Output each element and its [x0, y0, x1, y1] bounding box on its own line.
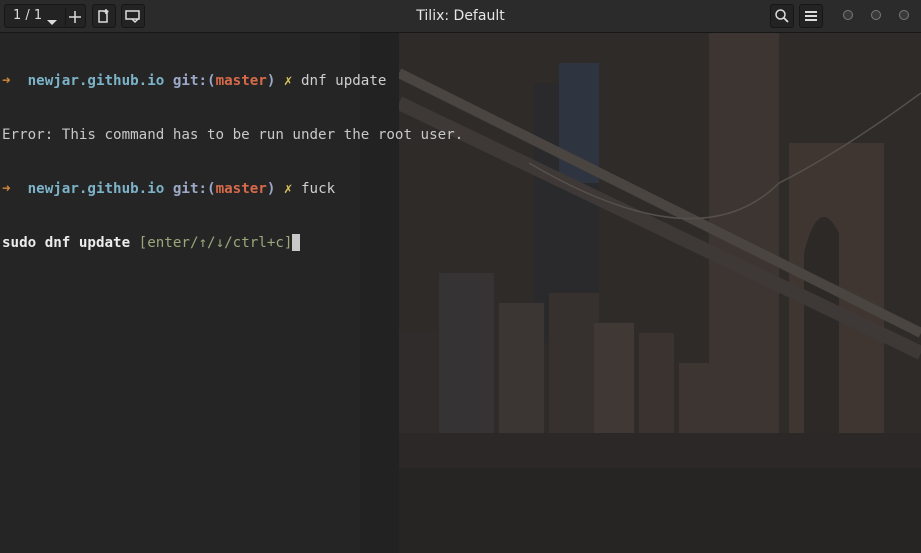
suggestion-line[interactable]: sudo dnf update [enter/↑/↓/ctrl+c]: [2, 234, 463, 252]
title-bar: 1 / 1 Tilix: Default: [0, 0, 921, 33]
dirty-marker: ✗: [283, 181, 293, 197]
error-output-line: Error: This command has to be run under …: [2, 127, 464, 143]
close-icon[interactable]: [899, 10, 909, 20]
git-prefix: git:(: [172, 181, 216, 197]
hint-bracket-close: ]: [283, 235, 293, 251]
prompt-arrow: ➜: [2, 181, 11, 197]
maximize-icon[interactable]: [871, 10, 881, 20]
prompt-host: newjar.github.io: [27, 73, 165, 89]
command-text: fuck: [301, 181, 336, 197]
dirty-marker: ✗: [283, 73, 293, 89]
prompt-arrow: ➜: [2, 73, 11, 89]
hint-separator: /: [224, 235, 233, 251]
git-suffix: ): [266, 73, 276, 89]
search-icon: [774, 8, 790, 24]
command-text: dnf update: [301, 73, 387, 89]
terminal-output: ➜ newjar.github.io git:(master) ✗ dnf up…: [2, 36, 463, 288]
git-branch: master: [215, 73, 267, 89]
text-cursor: [292, 234, 301, 251]
git-prefix: git:(: [172, 73, 216, 89]
hint-ctrl-c: ctrl+c: [232, 235, 284, 251]
git-suffix: ): [266, 181, 276, 197]
suggested-command: sudo dnf update: [2, 235, 131, 251]
hint-enter: enter: [147, 235, 190, 251]
hamburger-menu-icon: [804, 10, 818, 22]
terminal-view[interactable]: ➜ newjar.github.io git:(master) ✗ dnf up…: [0, 33, 921, 553]
menu-button[interactable]: [799, 4, 823, 28]
bridge-background-image: [399, 33, 921, 553]
minimize-icon[interactable]: [843, 10, 853, 20]
prompt-host: newjar.github.io: [27, 181, 165, 197]
hint-separator: /: [207, 235, 216, 251]
hint-up-arrow: ↑: [198, 235, 208, 251]
git-branch: master: [215, 181, 267, 197]
hint-bracket-open: [: [138, 235, 148, 251]
prompt-line: ➜ newjar.github.io git:(master) ✗ fuck: [2, 180, 463, 198]
search-button[interactable]: [770, 4, 794, 28]
prompt-line: ➜ newjar.github.io git:(master) ✗ dnf up…: [2, 72, 463, 90]
hint-down-arrow: ↓: [215, 235, 225, 251]
